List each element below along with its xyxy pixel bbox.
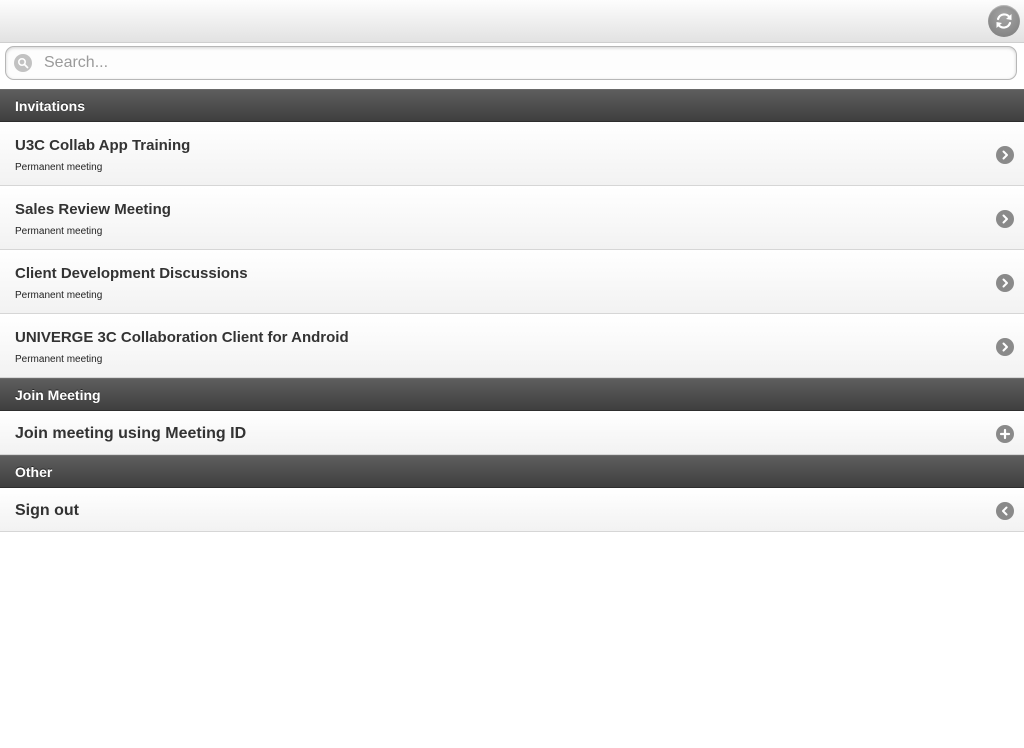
search-icon [14, 54, 32, 72]
section-header-invitations: Invitations [0, 89, 1024, 122]
sign-out-label: Sign out [15, 502, 79, 519]
meeting-row[interactable]: Sales Review Meeting Permanent meeting [0, 186, 1024, 250]
meeting-title: UNIVERGE 3C Collaboration Client for And… [15, 329, 349, 346]
section-header-other: Other [0, 455, 1024, 488]
chevron-left-icon[interactable] [996, 502, 1014, 520]
refresh-button[interactable] [988, 5, 1020, 37]
meeting-title: Sales Review Meeting [15, 201, 171, 218]
meeting-title: Client Development Discussions [15, 265, 248, 282]
meeting-title: U3C Collab App Training [15, 137, 191, 154]
search-input[interactable] [44, 52, 1004, 74]
chevron-right-icon[interactable] [996, 274, 1014, 292]
meeting-row[interactable]: Client Development Discussions Permanent… [0, 250, 1024, 314]
chevron-right-icon[interactable] [996, 338, 1014, 356]
meeting-subtitle: Permanent meeting [15, 162, 103, 173]
chevron-right-icon[interactable] [996, 146, 1014, 164]
section-header-join-meeting: Join Meeting [0, 378, 1024, 411]
chevron-right-icon[interactable] [996, 210, 1014, 228]
meeting-subtitle: Permanent meeting [15, 226, 103, 237]
sign-out-row[interactable]: Sign out [0, 488, 1024, 532]
search-box [5, 46, 1017, 80]
meeting-subtitle: Permanent meeting [15, 290, 103, 301]
join-meeting-label: Join meeting using Meeting ID [15, 425, 247, 442]
meeting-row[interactable]: UNIVERGE 3C Collaboration Client for And… [0, 314, 1024, 378]
top-toolbar [0, 0, 1024, 43]
refresh-icon [996, 13, 1012, 29]
meeting-subtitle: Permanent meeting [15, 354, 103, 365]
join-meeting-row[interactable]: Join meeting using Meeting ID [0, 411, 1024, 455]
search-bar [0, 43, 1024, 89]
meeting-row[interactable]: U3C Collab App Training Permanent meetin… [0, 122, 1024, 186]
plus-icon[interactable] [996, 425, 1014, 443]
